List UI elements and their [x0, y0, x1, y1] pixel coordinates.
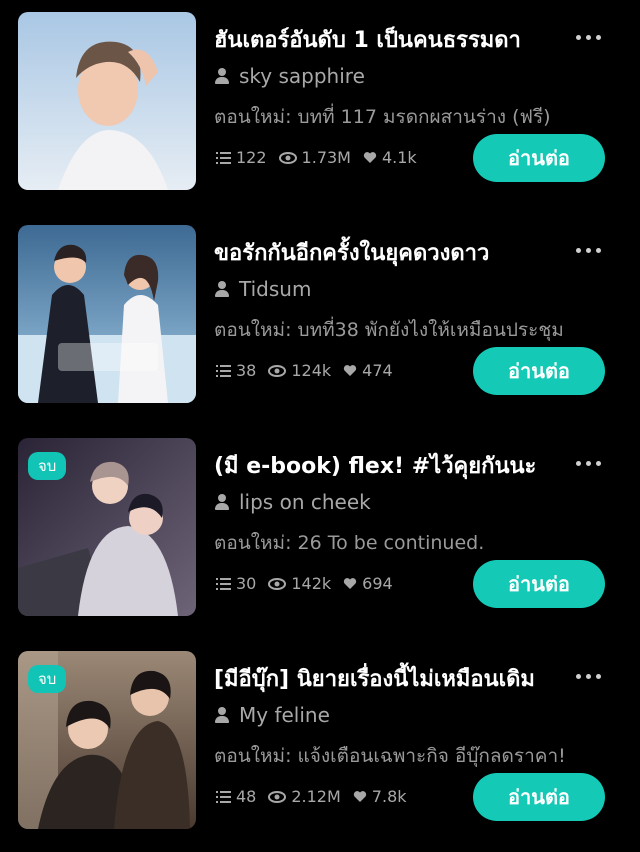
- novel-stats: 30 142k 694: [216, 574, 405, 593]
- continue-reading-button[interactable]: อ่านต่อ: [473, 347, 605, 395]
- view-count: 1.73M: [278, 148, 351, 167]
- view-count: 2.12M: [268, 787, 341, 806]
- list-icon: [216, 151, 231, 164]
- eye-icon: [268, 790, 287, 803]
- person-icon: [214, 280, 230, 298]
- person-icon: [214, 493, 230, 511]
- more-dots-icon: [575, 673, 581, 679]
- novel-title[interactable]: [มีอีบุ๊ก] นิยายเรื่องนี้ไม่เหมือนเดิม: [214, 661, 544, 696]
- author[interactable]: sky sapphire: [214, 64, 365, 88]
- heart-icon: [344, 578, 357, 589]
- cover-image[interactable]: [18, 225, 196, 403]
- more-options-button[interactable]: [568, 448, 608, 478]
- eye-icon: [278, 151, 297, 164]
- cover-art: [18, 12, 196, 190]
- more-dots-icon: [575, 247, 581, 253]
- novel-list: ฮันเตอร์อันดับ 1 เป็นคนธรรมดา sky sapphi…: [0, 0, 640, 852]
- chapter-count: 38: [216, 361, 256, 380]
- chapter-count: 48: [216, 787, 256, 806]
- more-options-button[interactable]: [568, 22, 608, 52]
- chapter-count: 30: [216, 574, 256, 593]
- completed-badge: จบ: [28, 665, 67, 693]
- latest-episode: ตอนใหม่: แจ้งเตือนเฉพาะกิจ อีบุ๊กลดราคา!: [214, 745, 566, 767]
- latest-episode: ตอนใหม่: บทที่ 117 มรดกผสานร่าง (ฟรี): [214, 106, 551, 128]
- completed-badge: จบ: [28, 452, 67, 480]
- heart-icon: [363, 152, 377, 163]
- novel-title[interactable]: ฮันเตอร์อันดับ 1 เป็นคนธรรมดา: [214, 22, 544, 57]
- novel-title[interactable]: ขอรักกันอีกครั้งในยุคดวงดาว: [214, 235, 544, 270]
- like-count: 7.8k: [353, 787, 407, 806]
- novel-stats: 122 1.73M 4.1k: [216, 148, 429, 167]
- like-count: 474: [343, 361, 393, 380]
- novel-item[interactable]: ขอรักกันอีกครั้งในยุคดวงดาว Tidsum ตอนให…: [0, 213, 640, 426]
- cover-image[interactable]: [18, 12, 196, 190]
- author-name: sky sapphire: [239, 64, 365, 88]
- author[interactable]: Tidsum: [214, 277, 311, 301]
- more-options-button[interactable]: [568, 235, 608, 265]
- author-name: lips on cheek: [239, 490, 371, 514]
- author-name: Tidsum: [239, 277, 312, 301]
- cover-art: [18, 225, 196, 403]
- more-options-button[interactable]: [568, 661, 608, 691]
- person-icon: [214, 706, 230, 724]
- cover-image[interactable]: จบ: [18, 651, 196, 829]
- novel-item[interactable]: จบ [มีอีบุ๊ก] นิยายเรื่องนี้ไม่เหมือนเดิ…: [0, 639, 640, 852]
- heart-icon: [344, 365, 357, 376]
- eye-icon: [268, 577, 287, 590]
- list-icon: [216, 790, 231, 803]
- author[interactable]: lips on cheek: [214, 490, 371, 514]
- chapter-count: 122: [216, 148, 267, 167]
- continue-reading-button[interactable]: อ่านต่อ: [473, 134, 605, 182]
- person-icon: [214, 67, 230, 85]
- novel-item[interactable]: ฮันเตอร์อันดับ 1 เป็นคนธรรมดา sky sapphi…: [0, 0, 640, 213]
- heart-icon: [353, 791, 366, 802]
- list-icon: [216, 364, 231, 377]
- novel-stats: 48 2.12M 7.8k: [216, 787, 419, 806]
- novel-item[interactable]: จบ (มี e-book) flex! #ไว้คุยกันนะ lips o…: [0, 426, 640, 639]
- novel-stats: 38 124k 474: [216, 361, 405, 380]
- eye-icon: [268, 364, 287, 377]
- list-icon: [216, 577, 231, 590]
- novel-title[interactable]: (มี e-book) flex! #ไว้คุยกันนะ: [214, 448, 544, 483]
- author-name: My feline: [239, 703, 330, 727]
- like-count: 4.1k: [363, 148, 417, 167]
- more-dots-icon: [575, 460, 581, 466]
- author[interactable]: My feline: [214, 703, 330, 727]
- cover-image[interactable]: จบ: [18, 438, 196, 616]
- latest-episode: ตอนใหม่: 26 To be continued.: [214, 532, 485, 554]
- view-count: 124k: [268, 361, 331, 380]
- continue-reading-button[interactable]: อ่านต่อ: [473, 773, 605, 821]
- like-count: 694: [343, 574, 393, 593]
- view-count: 142k: [268, 574, 331, 593]
- continue-reading-button[interactable]: อ่านต่อ: [473, 560, 605, 608]
- more-dots-icon: [575, 34, 581, 40]
- latest-episode: ตอนใหม่: บทที่38 พักยังไงให้เหมือนประชุม: [214, 319, 564, 341]
